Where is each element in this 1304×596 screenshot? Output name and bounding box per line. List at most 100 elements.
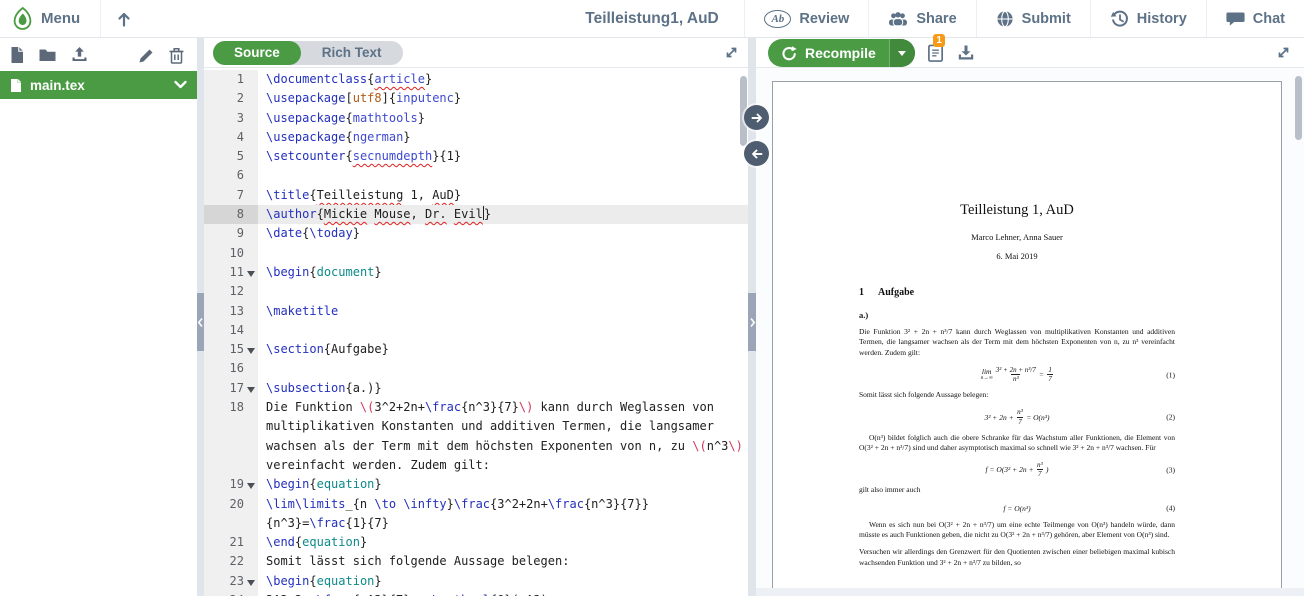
file-item-main-tex[interactable]: main.tex [0,71,197,99]
fold-caret-icon[interactable] [244,379,258,398]
new-file-button[interactable] [9,46,25,64]
sync-to-code-button[interactable] [744,141,769,166]
file-name: main.tex [30,78,85,93]
new-folder-button[interactable] [38,47,57,63]
pdf-date: 6. Mai 2019 [859,251,1175,261]
submit-icon [996,10,1014,28]
line-gutter: 18 [204,398,258,475]
code-line[interactable]: 12 [204,282,748,301]
recompile-button[interactable]: Recompile [768,39,889,67]
editor-fullscreen-button[interactable] [724,45,739,60]
download-pdf-button[interactable] [957,44,975,62]
code-line[interactable]: 2\usepackage[utf8]{inputenc} [204,89,748,108]
pdf-section-heading: 1Aufgabe [859,287,1175,298]
share-label: Share [916,11,956,27]
code-text [258,166,748,185]
chat-button[interactable]: Chat [1206,0,1304,37]
pdf-scrollbar[interactable] [1295,76,1302,140]
code-line[interactable]: 6 [204,166,748,185]
code-line[interactable]: 23\begin{equation} [204,572,748,591]
code-text: \lim\limits_{n \to \infty}\frac{3^2+2n+\… [258,495,748,534]
caret-down-icon [898,51,906,60]
line-gutter: 21 [204,533,258,552]
menu-label: Menu [41,10,80,27]
line-number: 17 [204,379,244,398]
pdf-fullscreen-button[interactable] [1276,45,1294,60]
pdf-horizontal-scrollbar[interactable] [756,588,1304,596]
code-line[interactable]: 13\maketitle [204,302,748,321]
pdf-authors: Marco Lehner, Anna Sauer [859,232,1175,242]
back-to-projects-button[interactable] [101,0,147,37]
sync-to-pdf-button[interactable] [744,105,769,130]
code-line[interactable]: 15\section{Aufgabe} [204,340,748,359]
review-button[interactable]: Ab Review [744,0,868,37]
line-number: 7 [204,186,244,205]
upload-icon [70,46,89,63]
chevron-left-icon [197,317,204,328]
fold-caret-icon[interactable] [244,475,258,494]
chevron-down-icon[interactable] [174,80,187,90]
code-line[interactable]: 11\begin{document} [204,263,748,282]
pdf-toolbar: Recompile 1 [756,38,1304,68]
code-line[interactable]: 8\author{Mickie Mouse, Dr. Evil} [204,205,748,224]
code-line[interactable]: 7\title{Teilleistung 1, AuD} [204,186,748,205]
pdf-document: Teilleistung 1, AuD Marco Lehner, Anna S… [773,202,1281,568]
code-line[interactable]: 1\documentclass{article} [204,70,748,89]
logs-button[interactable]: 1 [927,43,945,63]
submit-button[interactable]: Submit [976,0,1090,37]
code-line[interactable]: 21\end{equation} [204,533,748,552]
code-line[interactable]: 10 [204,244,748,263]
pane-resizer-left[interactable] [197,38,204,596]
code-text: \begin{equation} [258,475,748,494]
code-line[interactable]: 17\subsection{a.)} [204,379,748,398]
code-line[interactable]: 19\begin{equation} [204,475,748,494]
line-gutter: 19 [204,475,258,494]
fold-caret-icon[interactable] [244,263,258,282]
fold-caret-icon[interactable] [244,340,258,359]
fold-caret-icon[interactable] [244,572,258,591]
pencil-icon [138,46,155,63]
code-line[interactable]: 14 [204,321,748,340]
resizer-handle-left[interactable] [197,293,204,351]
resizer-handle-right[interactable] [748,293,756,351]
line-gutter: 12 [204,282,258,301]
code-line[interactable]: 20\lim\limits_{n \to \infty}\frac{3^2+2n… [204,495,748,534]
history-button[interactable]: History [1090,0,1206,37]
pdf-equation: f = O(n³) (4) [859,504,1175,513]
pdf-equation: 3² + 2n + n³7 = O(n³) (2) [859,408,1175,425]
code-line[interactable]: 4\usepackage{ngerman} [204,128,748,147]
rename-button[interactable] [138,46,155,63]
code-text: \setcounter{secnumdepth}{1} [258,147,748,166]
delete-button[interactable] [168,46,185,64]
line-gutter: 23 [204,572,258,591]
code-text: \usepackage[utf8]{inputenc} [258,89,748,108]
recompile-options-button[interactable] [889,39,915,67]
code-line[interactable]: 18Die Funktion \(3^2+2n+\frac{n^3}{7}\) … [204,398,748,475]
line-gutter: 6 [204,166,258,185]
code-text: Somit lässt sich folgende Aussage belege… [258,552,748,571]
tab-rich-text[interactable]: Rich Text [301,41,403,65]
upload-button[interactable] [70,46,89,63]
code-line[interactable]: 5\setcounter{secnumdepth}{1} [204,147,748,166]
code-line[interactable]: 243^2+2n+\frac{n^3}{7} = \mathcal{O}(n^3… [204,591,748,596]
pdf-paragraph: gilt also immer auch [859,485,1175,495]
line-number: 15 [204,340,244,359]
tab-source[interactable]: Source [213,41,301,65]
code-text: \documentclass{article} [258,70,748,89]
line-number: 9 [204,224,244,243]
code-line[interactable]: 9\date{\today} [204,224,748,243]
code-line[interactable]: 22Somit lässt sich folgende Aussage bele… [204,552,748,571]
menu-button[interactable]: Menu [0,0,101,37]
line-gutter: 7 [204,186,258,205]
line-number: 10 [204,244,244,263]
code-line[interactable]: 3\usepackage{mathtools} [204,109,748,128]
line-gutter: 1 [204,70,258,89]
pdf-equation: limn→∞ 3² + 2n + n³/7n³ = 17 (1) [859,366,1175,383]
code-line[interactable]: 16 [204,359,748,378]
share-button[interactable]: Share [868,0,975,37]
line-gutter: 24 [204,591,258,596]
code-editor[interactable]: 1\documentclass{article}2\usepackage[utf… [204,68,748,596]
code-text: \usepackage{ngerman} [258,128,748,147]
history-label: History [1137,11,1187,27]
chevron-right-icon [749,317,756,328]
